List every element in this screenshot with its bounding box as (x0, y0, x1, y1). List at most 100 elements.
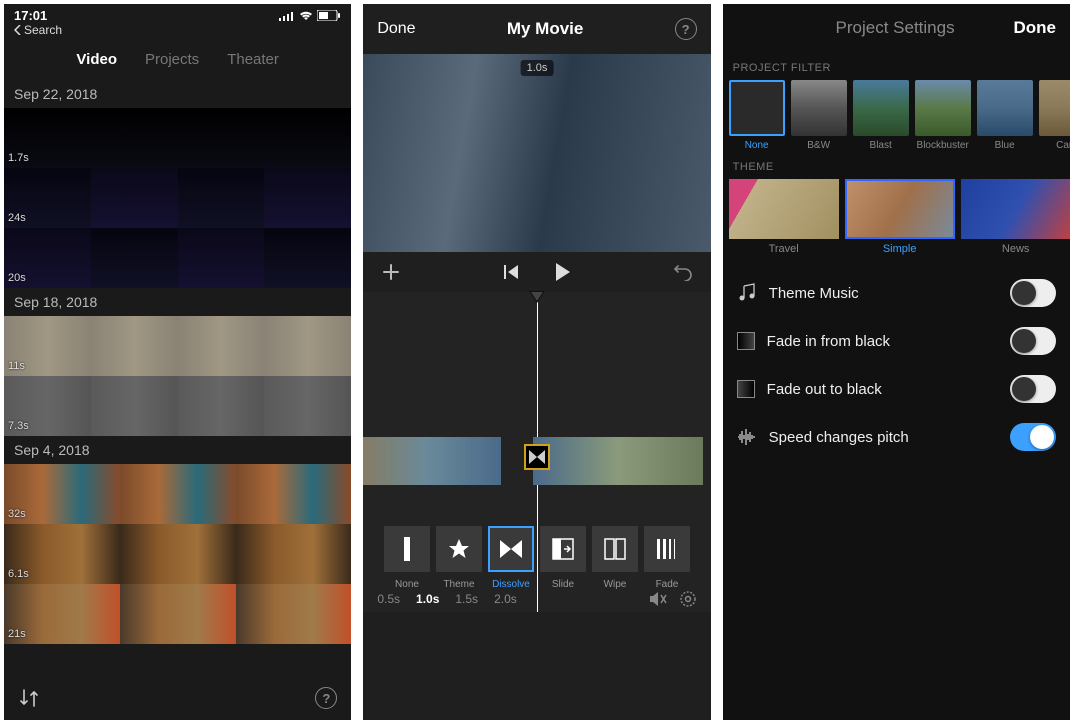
transition-dissolve-button[interactable] (488, 526, 534, 572)
filter-camo[interactable]: Cam (1039, 80, 1070, 151)
date-header: Sep 22, 2018 (4, 80, 351, 108)
clip-row[interactable]: 6.1s (4, 524, 351, 584)
transition-slide-button[interactable] (540, 526, 586, 572)
clip-row[interactable]: 1.7s (4, 108, 351, 168)
add-media-icon[interactable] (381, 262, 401, 282)
filter-blue[interactable]: Blue (977, 80, 1033, 151)
filter-bw[interactable]: B&W (791, 80, 847, 151)
clip-duration: 21s (8, 628, 26, 640)
back-label: Search (24, 23, 62, 37)
clip-duration: 24s (8, 212, 26, 224)
play-icon[interactable] (554, 263, 570, 281)
settings-screen: Project Settings Done PROJECT FILTER Non… (723, 4, 1070, 720)
toggle-fade-in[interactable]: Fade in from black (723, 317, 1070, 365)
done-button[interactable]: Done (1013, 18, 1056, 38)
editor-top-bar: Done My Movie ? (363, 4, 710, 54)
duration-option[interactable]: 1.0s (416, 592, 439, 606)
transition-theme-button[interactable] (436, 526, 482, 572)
status-icons (279, 10, 341, 21)
mute-icon[interactable] (649, 591, 667, 607)
library-tabs: Video Projects Theater (4, 43, 351, 80)
clip-row[interactable]: 11s (4, 316, 351, 376)
toggle-fade-out[interactable]: Fade out to black (723, 365, 1070, 413)
duration-option[interactable]: 0.5s (377, 592, 400, 606)
toggle-label: Theme Music (769, 285, 859, 302)
transition-duration-badge: 1.0s (521, 60, 554, 76)
prev-icon[interactable] (504, 265, 520, 279)
toggle-switch[interactable] (1010, 279, 1056, 307)
clip-row[interactable]: 21s (4, 584, 351, 644)
undo-icon[interactable] (673, 263, 693, 281)
toggle-theme-music[interactable]: Theme Music (723, 269, 1070, 317)
sort-icon[interactable] (18, 688, 40, 708)
project-title: My Movie (507, 19, 584, 39)
toggle-label: Fade out to black (767, 381, 882, 398)
chevron-left-icon (14, 25, 22, 35)
status-bar: 17:01 (4, 4, 351, 23)
settings-icon[interactable] (679, 590, 697, 608)
settings-title: Project Settings (777, 18, 1014, 38)
tab-theater[interactable]: Theater (227, 51, 279, 68)
duration-row: 0.5s 1.0s 1.5s 2.0s (363, 586, 710, 612)
filter-blast[interactable]: Blast (853, 80, 909, 151)
transition-marker[interactable] (524, 444, 550, 470)
date-header: Sep 4, 2018 (4, 436, 351, 464)
tab-projects[interactable]: Projects (145, 51, 199, 68)
settings-top-bar: Project Settings Done (723, 4, 1070, 52)
transition-wipe-button[interactable] (592, 526, 638, 572)
duration-option[interactable]: 2.0s (494, 592, 517, 606)
editor-screen: Done My Movie ? 1.0s (363, 4, 710, 720)
video-preview[interactable]: 1.0s (363, 54, 710, 252)
music-icon (737, 283, 757, 303)
theme-list[interactable]: Travel Simple News (723, 179, 1070, 255)
date-header: Sep 18, 2018 (4, 288, 351, 316)
back-search-button[interactable]: Search (4, 23, 351, 43)
library-bottom-bar: ? (4, 676, 351, 720)
transition-buttons (363, 526, 710, 572)
clip-duration: 1.7s (8, 152, 29, 164)
clip-duration: 6.1s (8, 568, 29, 580)
dissolve-icon (529, 450, 545, 464)
theme-news[interactable]: News (961, 179, 1070, 255)
filter-list[interactable]: None B&W Blast Blockbuster Blue Cam (723, 80, 1070, 151)
timeline-clip[interactable] (533, 437, 703, 485)
battery-icon (317, 10, 341, 21)
waveform-icon (737, 429, 757, 445)
help-icon[interactable]: ? (315, 687, 337, 709)
transport-bar (363, 252, 710, 292)
wifi-icon (299, 11, 313, 21)
toggle-switch[interactable] (1010, 327, 1056, 355)
clip-row[interactable]: 20s (4, 228, 351, 288)
timeline[interactable]: None Theme Dissolve Slide Wipe Fade 0.5s… (363, 292, 710, 612)
clip-duration: 32s (8, 508, 26, 520)
clip-duration: 7.3s (8, 420, 29, 432)
help-icon[interactable]: ? (675, 18, 697, 40)
filter-blockbuster[interactable]: Blockbuster (915, 80, 971, 151)
clip-duration: 20s (8, 272, 26, 284)
fade-out-icon (737, 380, 755, 398)
theme-simple[interactable]: Simple (845, 179, 955, 255)
theme-section-label: THEME (723, 151, 1070, 179)
toggle-switch[interactable] (1010, 375, 1056, 403)
tab-video[interactable]: Video (76, 51, 117, 68)
clip-duration: 11s (8, 360, 25, 372)
duration-option[interactable]: 1.5s (455, 592, 478, 606)
filter-none[interactable]: None (729, 80, 785, 151)
signal-icon (279, 11, 295, 21)
transition-fade-button[interactable] (644, 526, 690, 572)
clip-row[interactable]: 7.3s (4, 376, 351, 436)
fade-in-icon (737, 332, 755, 350)
timeline-clip[interactable] (363, 437, 501, 485)
toggle-speed-pitch[interactable]: Speed changes pitch (723, 413, 1070, 461)
toggle-label: Speed changes pitch (769, 429, 909, 446)
library-screen: 17:01 Search Video Projects Theater Sep … (4, 4, 351, 720)
clip-row[interactable]: 32s (4, 464, 351, 524)
done-button[interactable]: Done (377, 20, 415, 38)
transition-none-button[interactable] (384, 526, 430, 572)
playhead-arrow-icon (529, 291, 545, 303)
toggle-switch[interactable] (1010, 423, 1056, 451)
clip-row[interactable]: 24s (4, 168, 351, 228)
status-time: 17:01 (14, 8, 47, 23)
theme-travel[interactable]: Travel (729, 179, 839, 255)
filter-section-label: PROJECT FILTER (723, 52, 1070, 80)
